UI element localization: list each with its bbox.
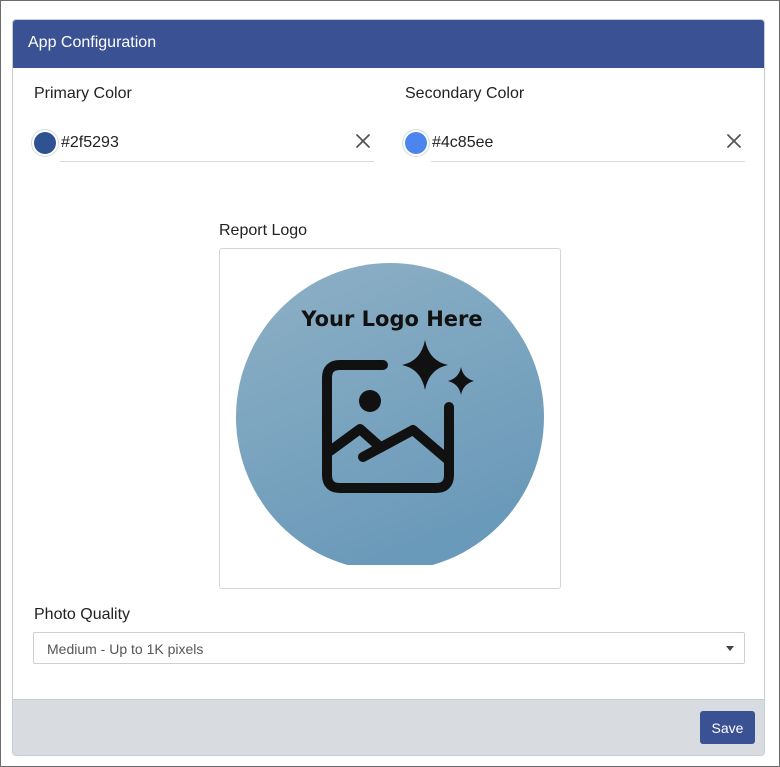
photo-quality-value: Medium - Up to 1K pixels [47, 641, 204, 657]
secondary-color-value[interactable]: #4c85ee [432, 134, 493, 152]
save-button[interactable]: Save [700, 711, 755, 744]
secondary-color-label: Secondary Color [405, 85, 525, 102]
config-card: App Configuration Primary Color #2f5293 … [12, 19, 765, 756]
photo-quality-select[interactable]: Medium - Up to 1K pixels [33, 632, 745, 664]
report-logo-upload[interactable]: Your Logo Here [219, 248, 561, 589]
primary-color-swatch[interactable] [34, 132, 56, 154]
page-title: App Configuration [28, 34, 157, 51]
logo-placeholder-image: Your Logo Here [236, 263, 544, 573]
secondary-color-underline [431, 161, 745, 162]
report-logo-label: Report Logo [219, 222, 308, 239]
primary-color-underline [60, 161, 374, 162]
primary-color-value[interactable]: #2f5293 [61, 134, 119, 152]
primary-color-field[interactable]: #2f5293 [34, 126, 374, 162]
primary-color-clear-icon[interactable] [352, 130, 374, 152]
chevron-down-icon[interactable] [726, 646, 734, 651]
card-header: App Configuration [13, 20, 764, 68]
primary-color-label: Primary Color [34, 85, 132, 102]
window-frame: App Configuration Primary Color #2f5293 … [0, 0, 780, 767]
photo-quality-label: Photo Quality [34, 606, 131, 623]
secondary-color-field[interactable]: #4c85ee [405, 126, 745, 162]
card-footer: Save [13, 699, 764, 755]
logo-placeholder-text: Your Logo Here [300, 307, 482, 331]
secondary-color-swatch[interactable] [405, 132, 427, 154]
secondary-color-clear-icon[interactable] [723, 130, 745, 152]
